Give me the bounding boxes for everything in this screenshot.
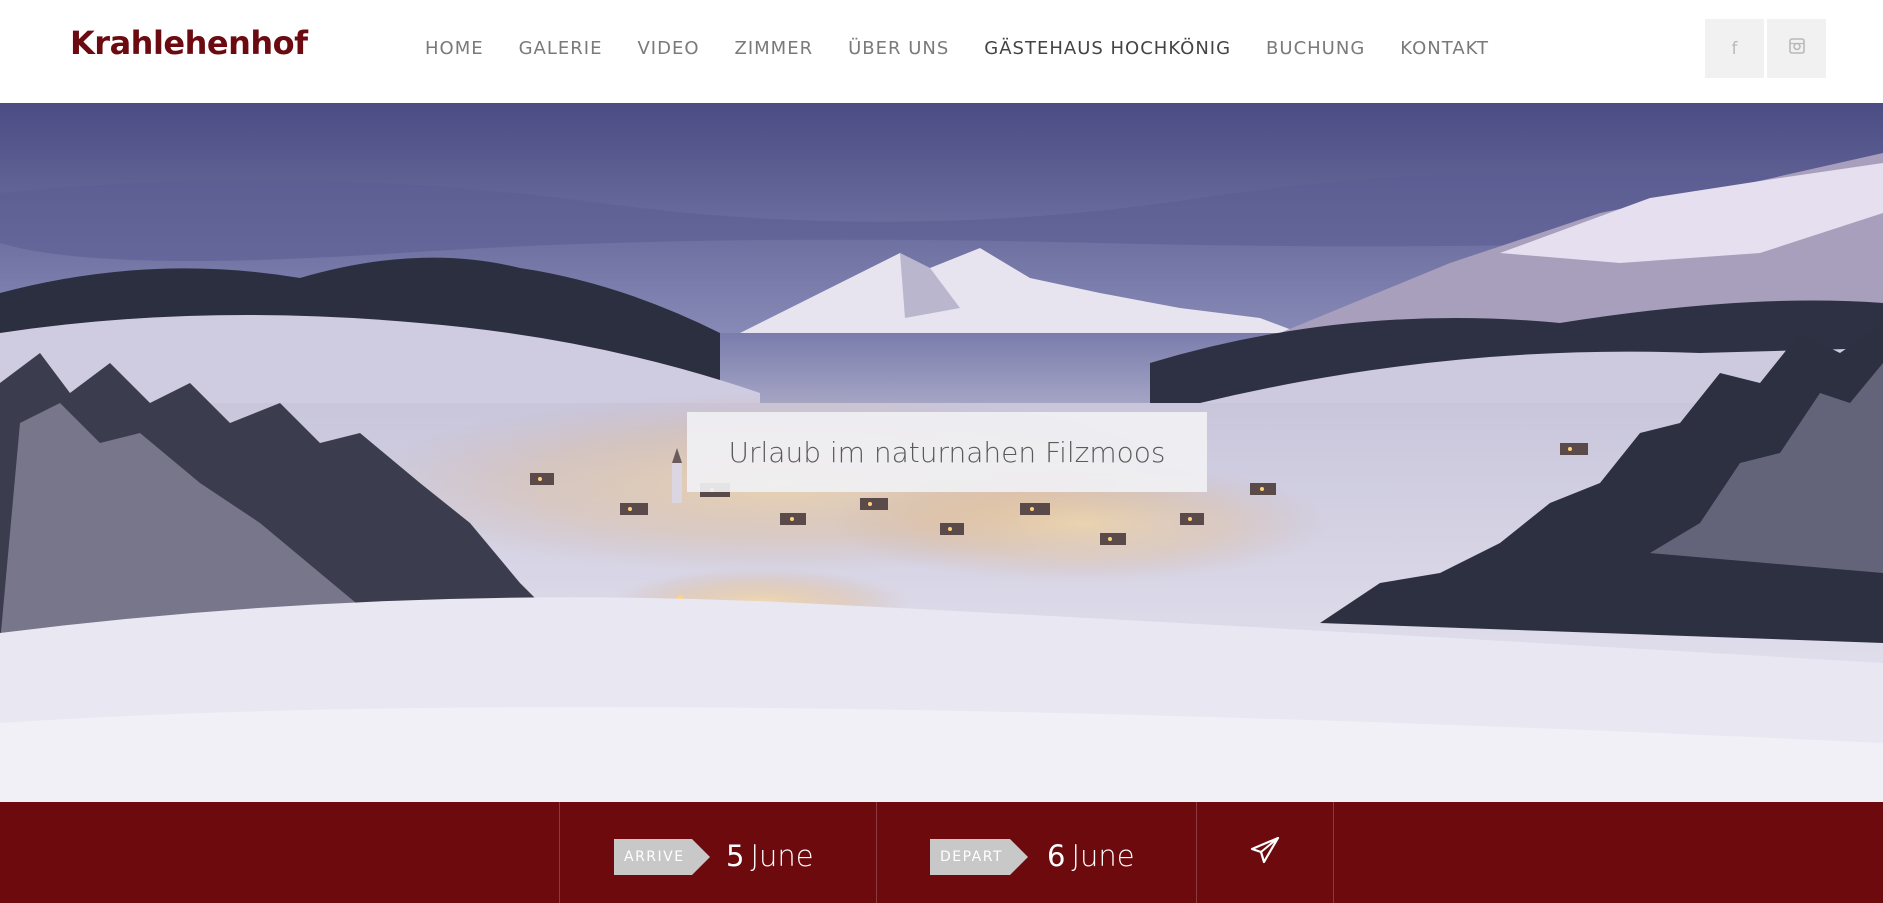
arrive-label: ARRIVE: [614, 839, 710, 875]
site-header: Krahlehenhof HOME GALERIE VIDEO ZIMMER Ü…: [0, 0, 1883, 103]
depart-date-picker[interactable]: 6 June: [1047, 839, 1135, 873]
booking-divider: [876, 802, 877, 903]
site-logo[interactable]: Krahlehenhof: [70, 24, 308, 62]
main-nav: HOME GALERIE VIDEO ZIMMER ÜBER UNS GÄSTE…: [425, 38, 1524, 59]
nav-item-home[interactable]: HOME: [425, 38, 484, 59]
nav-item-galerie[interactable]: GALERIE: [519, 38, 603, 59]
nav-item-video[interactable]: VIDEO: [637, 38, 699, 59]
hero-image: Urlaub im naturnahen Filzmoos: [0, 103, 1883, 802]
send-booking-button[interactable]: [1197, 802, 1333, 903]
booking-divider: [559, 802, 560, 903]
nav-item-buchung[interactable]: BUCHUNG: [1266, 38, 1365, 59]
depart-label: DEPART: [930, 839, 1028, 875]
nav-item-gaestehaus-hochkoenig[interactable]: GÄSTEHAUS HOCHKÖNIG: [984, 38, 1231, 59]
nav-item-ueber-uns[interactable]: ÜBER UNS: [848, 38, 949, 59]
nav-item-kontakt[interactable]: KONTAKT: [1400, 38, 1489, 59]
hero-tagline-box: Urlaub im naturnahen Filzmoos: [687, 412, 1207, 492]
instagram-button[interactable]: [1767, 19, 1826, 78]
depart-month: June: [1071, 839, 1135, 873]
nav-item-zimmer[interactable]: ZIMMER: [735, 38, 814, 59]
arrive-date-picker[interactable]: 5 June: [726, 839, 814, 873]
arrive-day: 5: [726, 839, 745, 873]
hero-tagline: Urlaub im naturnahen Filzmoos: [728, 435, 1166, 469]
arrive-month: June: [750, 839, 814, 873]
paper-plane-icon: [1250, 836, 1280, 869]
booking-bar: ARRIVE 5 June DEPART 6 June: [0, 802, 1883, 903]
facebook-button[interactable]: f: [1705, 19, 1764, 78]
facebook-icon: f: [1731, 38, 1738, 59]
booking-divider: [1333, 802, 1334, 903]
depart-day: 6: [1047, 839, 1066, 873]
instagram-icon: [1788, 38, 1805, 59]
